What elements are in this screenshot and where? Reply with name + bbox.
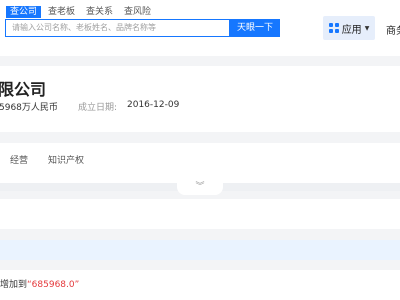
apps-menu-button[interactable]: 应用 ▼ (323, 16, 375, 40)
company-header-card: 限公司 5968万人民币 成立日期: 2016-12-09 (0, 66, 400, 132)
tab-search-boss[interactable]: 查老板 (44, 6, 79, 18)
change-record-text: 增加到“685968.0” (0, 277, 79, 290)
company-tabs: 经营 知识产权 (0, 143, 400, 183)
change-value: “685968.0” (27, 280, 80, 290)
search-input[interactable]: 请输入公司名称、老板姓名、品牌名称等 (5, 19, 230, 37)
apps-label: 应用 (341, 24, 362, 36)
apps-grid-icon (328, 23, 339, 33)
search-button[interactable]: 天眼一下 (230, 19, 280, 37)
registered-capital: 5968万人民币 (0, 103, 58, 113)
established-date: 2016-12-09 (127, 100, 180, 110)
tab-operations[interactable]: 经营 (10, 153, 28, 166)
expand-chevron-icon[interactable]: ︾ (177, 181, 223, 195)
company-name: 限公司 (0, 80, 47, 99)
tab-search-company[interactable]: 查公司 (6, 6, 42, 18)
search-tabs: 查公司 查老板 查关系 查风险 (6, 6, 158, 18)
info-banner (0, 240, 400, 260)
content-panel (0, 199, 400, 229)
change-prefix: 增加到 (0, 280, 28, 290)
business-link[interactable]: 商务 (386, 22, 400, 37)
tab-search-relation[interactable]: 查关系 (82, 6, 117, 18)
tab-search-risk[interactable]: 查风险 (120, 6, 155, 18)
change-record-panel: 增加到“685968.0” (0, 270, 400, 300)
established-label: 成立日期: (78, 103, 118, 113)
tab-intellectual-property[interactable]: 知识产权 (48, 153, 84, 166)
top-header: 查公司 查老板 查关系 查风险 请输入公司名称、老板姓名、品牌名称等 天眼一下 … (0, 0, 400, 56)
caret-down-icon: ▼ (364, 24, 370, 32)
